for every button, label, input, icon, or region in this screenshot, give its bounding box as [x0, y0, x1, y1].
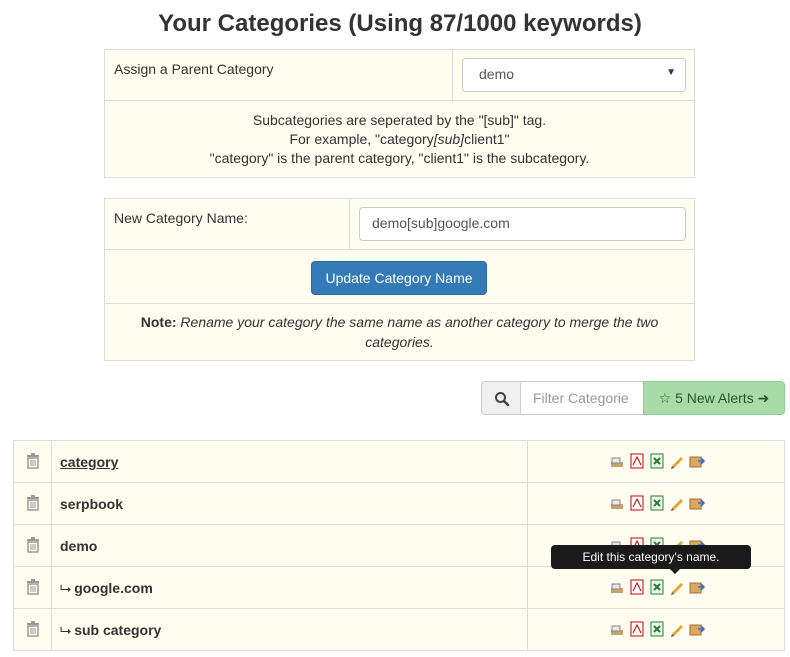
export-icon[interactable] — [689, 495, 705, 511]
note-text: Rename your category the same name as an… — [180, 314, 659, 350]
rename-row: New Category Name: demo[sub]google.com — [105, 199, 694, 250]
category-actions — [609, 579, 709, 597]
subcategory-info: Subcategories are seperated by the "[sub… — [105, 101, 694, 168]
subcategory-info-row: Subcategories are seperated by the "[sub… — [105, 101, 694, 178]
table-row: ⮡ google.com — [14, 567, 784, 609]
category-name[interactable]: category — [52, 441, 528, 482]
parent-category-label: Assign a Parent Category — [114, 61, 274, 77]
transfer-icon[interactable] — [609, 621, 625, 637]
update-category-button[interactable]: Update Category Name — [311, 261, 487, 295]
category-actions — [609, 621, 709, 639]
trash-icon[interactable] — [26, 579, 40, 595]
filter-categories-input[interactable]: Filter Categorie — [520, 381, 644, 415]
pdf-icon[interactable] — [629, 453, 645, 469]
transfer-icon[interactable] — [609, 453, 625, 469]
trash-icon[interactable] — [26, 453, 40, 469]
page-title: Your Categories (Using 87/1000 keywords) — [158, 10, 642, 37]
update-button-row: Update Category Name — [105, 250, 694, 304]
search-button[interactable] — [481, 381, 521, 415]
category-name[interactable]: serpbook — [52, 483, 528, 524]
search-icon — [495, 392, 510, 407]
tooltip-arrow — [670, 569, 680, 574]
pencil-icon[interactable] — [669, 621, 685, 637]
parent-category-selected: demo — [479, 66, 515, 82]
new-alerts-button[interactable]: ☆ 5 New Alerts ➜ — [643, 381, 785, 415]
info-line-2: For example, "category[sub]client1" — [289, 131, 510, 147]
transfer-icon[interactable] — [609, 579, 625, 595]
category-name[interactable]: ⮡ google.com — [52, 567, 528, 608]
trash-icon[interactable] — [26, 495, 40, 511]
subcategory-arrow-icon: ⮡ — [60, 622, 72, 638]
note-row: Note: Rename your category the same name… — [105, 304, 694, 360]
parent-category-row: Assign a Parent Category demo ▼ — [105, 50, 694, 101]
category-actions — [609, 495, 709, 513]
category-name[interactable]: ⮡ sub category — [52, 609, 528, 650]
pencil-icon[interactable] — [669, 579, 685, 595]
excel-icon[interactable] — [649, 621, 665, 637]
delete-cell — [14, 483, 52, 524]
arrow-right-icon: ➜ — [757, 390, 770, 406]
export-icon[interactable] — [689, 579, 705, 595]
parent-category-select[interactable]: demo ▼ — [462, 58, 686, 92]
pdf-icon[interactable] — [629, 621, 645, 637]
parent-category-panel: Assign a Parent Category demo ▼ Subcateg… — [104, 49, 695, 178]
note-label: Note: — [140, 314, 177, 330]
excel-icon[interactable] — [649, 579, 665, 595]
new-category-label: New Category Name: — [114, 210, 248, 226]
category-actions — [609, 453, 709, 471]
delete-cell — [14, 567, 52, 608]
export-icon[interactable] — [689, 621, 705, 637]
pdf-icon[interactable] — [629, 495, 645, 511]
edit-name-tooltip: Edit this category's name. — [551, 545, 751, 569]
delete-cell — [14, 609, 52, 650]
rename-category-panel: New Category Name: demo[sub]google.com U… — [104, 198, 695, 361]
chevron-down-icon: ▼ — [666, 67, 676, 78]
pencil-icon[interactable] — [669, 453, 685, 469]
merge-note: Note: Rename your category the same name… — [105, 304, 694, 352]
category-name[interactable]: demo — [52, 525, 528, 566]
pencil-icon[interactable] — [669, 495, 685, 511]
delete-cell — [14, 441, 52, 482]
delete-cell — [14, 525, 52, 566]
pdf-icon[interactable] — [629, 579, 645, 595]
transfer-icon[interactable] — [609, 495, 625, 511]
info-line-3: "category" is the parent category, "clie… — [209, 150, 590, 166]
table-row: serpbook — [14, 483, 784, 525]
excel-icon[interactable] — [649, 453, 665, 469]
subcategory-arrow-icon: ⮡ — [60, 580, 72, 596]
table-row: ⮡ sub category — [14, 609, 784, 650]
excel-icon[interactable] — [649, 495, 665, 511]
table-row: category — [14, 441, 784, 483]
info-line-1: Subcategories are seperated by the "[sub… — [252, 112, 547, 128]
alerts-label: 5 New Alerts — [675, 390, 754, 406]
star-icon: ☆ — [658, 390, 672, 406]
trash-icon[interactable] — [26, 621, 40, 637]
trash-icon[interactable] — [26, 537, 40, 553]
export-icon[interactable] — [689, 453, 705, 469]
new-category-input[interactable]: demo[sub]google.com — [359, 207, 686, 241]
